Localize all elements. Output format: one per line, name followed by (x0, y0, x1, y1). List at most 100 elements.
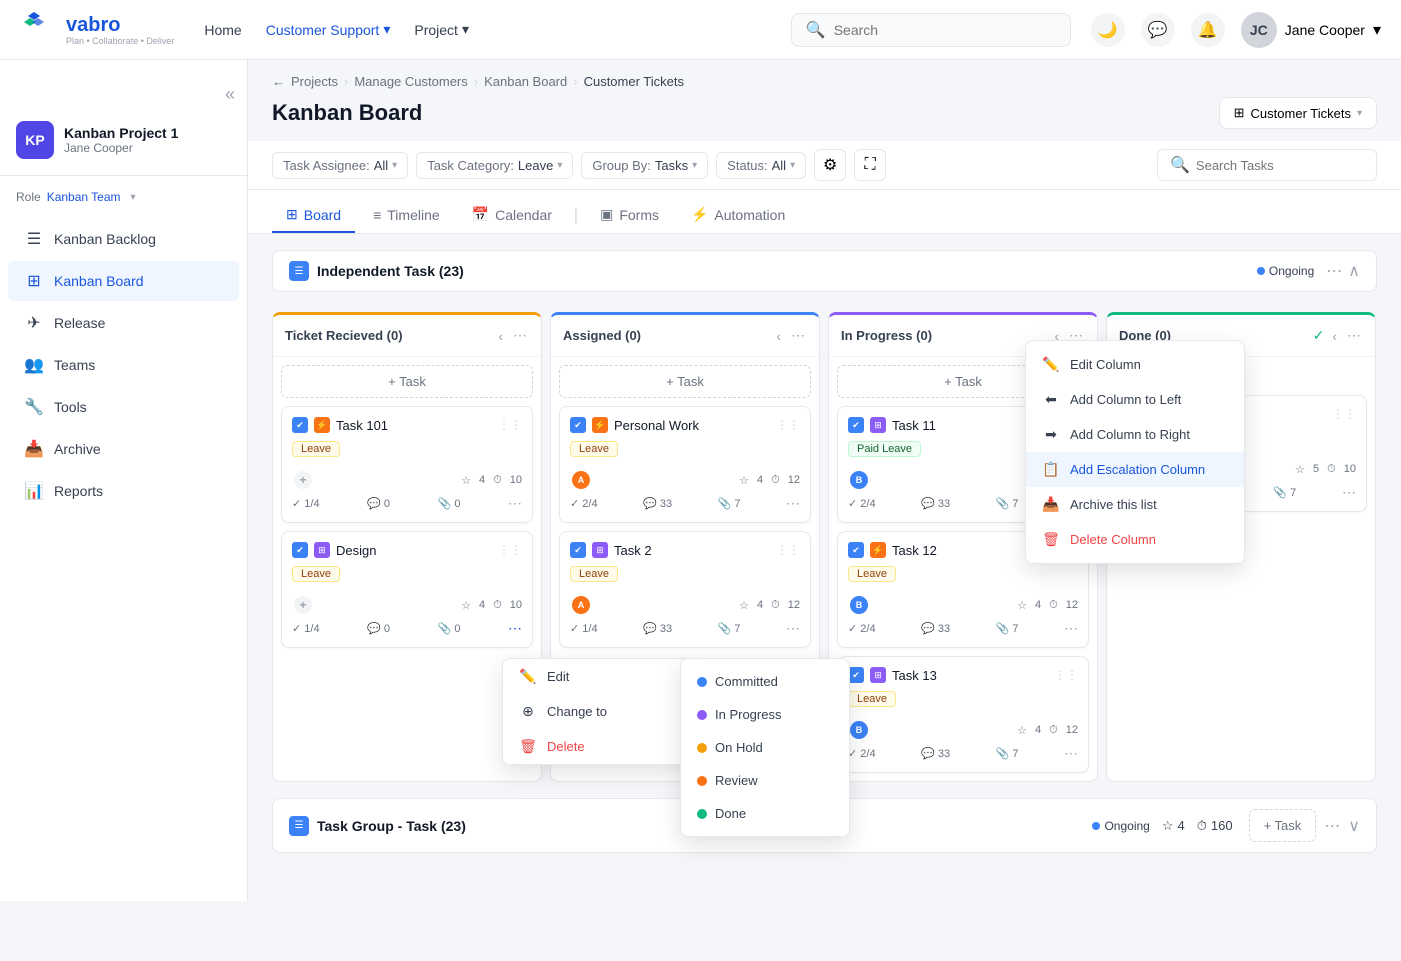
col-more-done[interactable]: ⋯ (1345, 325, 1363, 346)
timeline-tab-icon: ≡ (373, 207, 381, 223)
task-search-input[interactable] (1196, 158, 1364, 173)
sidebar-item-kanban-backlog[interactable]: ☰ Kanban Backlog (8, 219, 239, 259)
task-more-button[interactable]: ⋯ (1064, 620, 1078, 637)
col-collapse-done[interactable]: ‹ (1330, 326, 1339, 346)
task-avatar-add[interactable]: + (292, 594, 314, 616)
dark-mode-toggle[interactable]: 🌙 (1091, 13, 1125, 47)
groupby-filter[interactable]: Group By: Tasks ▾ (581, 152, 708, 179)
tab-automation[interactable]: ⚡ Automation (677, 198, 799, 233)
task-drag-icon[interactable]: ⋮⋮ (498, 418, 522, 432)
task-header: ✔ ⊞ Task 2 ⋮⋮ (570, 542, 800, 558)
col-menu-add-left-label: Add Column to Left (1070, 392, 1181, 407)
task-search[interactable]: 🔍 (1157, 149, 1377, 181)
task-more-button[interactable]: ⋯ (786, 620, 800, 637)
sidebar-item-reports[interactable]: 📊 Reports (8, 471, 239, 511)
sidebar-item-archive[interactable]: 📥 Archive (8, 429, 239, 469)
status-review[interactable]: Review (681, 764, 849, 797)
col-more-assigned[interactable]: ⋯ (789, 325, 807, 346)
category-filter[interactable]: Task Category: Leave ▾ (416, 152, 573, 179)
task-more-button[interactable]: ⋯ (786, 495, 800, 512)
sidebar-item-teams[interactable]: 👥 Teams (8, 345, 239, 385)
search-input[interactable] (834, 22, 1056, 38)
ctx-change-to[interactable]: ⊕ Change to › (503, 694, 701, 729)
breadcrumb-kanban-board[interactable]: Kanban Board (484, 74, 567, 89)
task-drag-icon[interactable]: ⋮⋮ (498, 543, 522, 557)
group-more-icon[interactable]: ⋯ (1326, 261, 1342, 281)
task-drag-icon[interactable]: ⋮⋮ (776, 543, 800, 557)
view-label: Customer Tickets (1251, 106, 1351, 121)
filter-settings-button[interactable]: ⚙ (814, 149, 846, 181)
task-avatar-add[interactable]: + (292, 469, 314, 491)
status-committed[interactable]: Committed (681, 665, 849, 698)
task-footer: A ☆4 ⏱12 (570, 469, 800, 491)
bottom-stars: ☆ 4 (1162, 818, 1185, 834)
kanban-backlog-icon: ☰ (24, 229, 44, 249)
col-more-ticket[interactable]: ⋯ (511, 325, 529, 346)
collapse-sidebar-button[interactable]: « (225, 84, 235, 105)
col-menu-add-left[interactable]: ⬅ Add Column to Left (1026, 382, 1244, 417)
tab-timeline[interactable]: ≡ Timeline (359, 199, 454, 233)
nav-customer-support[interactable]: Customer Support ▾ (266, 21, 391, 38)
status-filter[interactable]: Status: All ▾ (716, 152, 806, 179)
group-collapse-icon[interactable]: ∧ (1348, 261, 1360, 281)
tab-board[interactable]: ⊞ Board (272, 198, 355, 233)
logo[interactable]: vabro Plan • Collaborate • Deliver (20, 12, 174, 48)
col-menu-delete[interactable]: 🗑 Delete Column (1026, 522, 1244, 557)
task-avatar: B (848, 469, 870, 491)
add-task-assigned[interactable]: + Task (559, 365, 811, 398)
add-task-ticket[interactable]: + Task (281, 365, 533, 398)
breadcrumb-back-icon[interactable]: ← (272, 74, 285, 89)
bottom-add-task-button[interactable]: + Task (1249, 809, 1317, 842)
col-menu-edit[interactable]: ✏️ Edit Column (1026, 347, 1244, 382)
messages-icon[interactable]: 💬 (1141, 13, 1175, 47)
sidebar-item-kanban-board[interactable]: ⊞ Kanban Board (8, 261, 239, 301)
task-more-button[interactable]: ⋯ (1064, 745, 1078, 762)
fullscreen-button[interactable]: ⛶ (854, 149, 886, 181)
notifications-icon[interactable]: 🔔 (1191, 13, 1225, 47)
sidebar-project[interactable]: KP Kanban Project 1 Jane Cooper (0, 113, 247, 176)
status-on-hold[interactable]: On Hold (681, 731, 849, 764)
assignee-filter[interactable]: Task Assignee: All ▾ (272, 152, 408, 179)
status-in-progress[interactable]: In Progress (681, 698, 849, 731)
task-avatars: B (848, 594, 864, 616)
task-drag-icon[interactable]: ⋮⋮ (776, 418, 800, 432)
sidebar-role[interactable]: Role Kanban Team ▾ (0, 184, 247, 210)
col-menu-add-right-label: Add Column to Right (1070, 427, 1190, 442)
page-title: Kanban Board (272, 100, 422, 126)
col-menu-delete-label: Delete Column (1070, 532, 1156, 547)
task-avatars: B (848, 469, 864, 491)
breadcrumb-projects[interactable]: Projects (291, 74, 338, 89)
task-more-button[interactable]: ⋯ (508, 495, 522, 512)
task-type-icon: ✔ (848, 667, 864, 683)
status-done[interactable]: Done (681, 797, 849, 830)
global-search[interactable]: 🔍 (791, 13, 1071, 47)
col-menu-archive[interactable]: 📥 Archive this list (1026, 487, 1244, 522)
task-drag-icon[interactable]: ⋮⋮ (1332, 407, 1356, 421)
bottom-group-collapse-icon[interactable]: ∨ (1348, 816, 1360, 836)
task-stars: 4 (479, 599, 485, 611)
avatar: JC (1241, 12, 1277, 48)
nav-home[interactable]: Home (204, 22, 241, 38)
view-selector[interactable]: ⊞ Customer Tickets ▾ (1219, 97, 1377, 129)
bottom-group-more-icon[interactable]: ⋯ (1324, 816, 1340, 836)
col-menu-add-escalation[interactable]: 📋 Add Escalation Column (1026, 452, 1244, 487)
sidebar-item-release[interactable]: ✈ Release (8, 303, 239, 343)
task-header: ✔ ⚡ Personal Work ⋮⋮ (570, 417, 800, 433)
col-collapse-ticket[interactable]: ‹ (496, 326, 505, 346)
task-more-button[interactable]: ⋯ (1342, 484, 1356, 501)
task-priority-icon: ⊞ (870, 667, 886, 683)
col-collapse-assigned[interactable]: ‹ (774, 326, 783, 346)
task-more-button[interactable]: ⋯ (508, 620, 522, 637)
tab-calendar[interactable]: 📅 Calendar (458, 198, 566, 233)
col-menu-add-right[interactable]: ➡ Add Column to Right (1026, 417, 1244, 452)
sidebar-item-tools[interactable]: 🔧 Tools (8, 387, 239, 427)
ctx-delete[interactable]: 🗑 Delete (503, 729, 701, 764)
ctx-edit[interactable]: ✏️ Edit (503, 659, 701, 694)
user-menu[interactable]: JC Jane Cooper ▾ (1241, 12, 1381, 48)
task-title: ✔ ⚡ Personal Work (570, 417, 699, 433)
task-drag-icon[interactable]: ⋮⋮ (1054, 668, 1078, 682)
breadcrumb-manage-customers[interactable]: Manage Customers (354, 74, 467, 89)
done-check-icon: ✓ (1313, 327, 1325, 344)
nav-project[interactable]: Project ▾ (414, 21, 469, 38)
tab-forms[interactable]: ▣ Forms (586, 198, 673, 233)
